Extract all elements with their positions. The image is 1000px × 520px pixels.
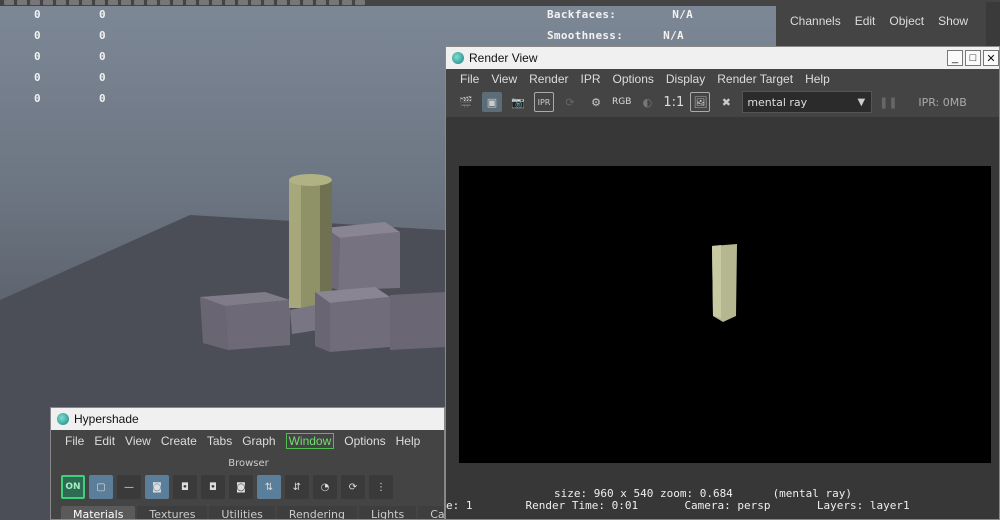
rv-menu-options[interactable]: Options: [613, 72, 654, 86]
renderer-dropdown[interactable]: mental ray ▼: [742, 91, 873, 113]
maya-app-icon: [452, 52, 464, 64]
renderer-selected-value: mental ray: [747, 95, 808, 109]
render-image[interactable]: [459, 166, 991, 463]
hud-backfaces: Backfaces: N/A: [547, 8, 694, 21]
ipr-render-icon[interactable]: IPR: [534, 92, 554, 112]
hypershade-toolbar: ON ▢ — ◙ ◘ ◘ ◙ ⇅ ⇵ ◔ ⟳ ⋮: [61, 475, 393, 499]
tab-textures[interactable]: Textures: [137, 506, 208, 519]
tab-cameras[interactable]: Cameras: [418, 506, 444, 519]
clapboard-icon[interactable]: 🎬: [456, 92, 476, 112]
snapshot-camera-icon[interactable]: 📷: [508, 92, 528, 112]
medium-swatch-icon[interactable]: ◘: [201, 475, 225, 499]
hs-menu-window[interactable]: Window: [285, 433, 335, 449]
render-region-icon[interactable]: ▣: [482, 92, 502, 112]
render-view-window: Render View _ □ ✕ File View Render IPR O…: [445, 46, 1000, 520]
hs-menu-tabs[interactable]: Tabs: [207, 434, 232, 448]
refresh-ipr-icon[interactable]: ⟳: [560, 92, 580, 112]
hs-menu-file[interactable]: File: [65, 434, 84, 448]
keep-image-icon[interactable]: 🖼: [690, 92, 711, 112]
refresh-icon[interactable]: ⟳: [341, 475, 365, 499]
render-view-title: Render View: [469, 51, 538, 65]
hs-menu-view[interactable]: View: [125, 434, 151, 448]
maya-app-icon: [57, 413, 69, 425]
hypershade-window: Hypershade File Edit View Create Tabs Gr…: [50, 407, 445, 520]
rv-menu-display[interactable]: Display: [666, 72, 705, 86]
remove-image-icon[interactable]: ✖: [716, 92, 736, 112]
sort-type-icon[interactable]: ⇵: [285, 475, 309, 499]
close-button[interactable]: ✕: [983, 50, 999, 66]
tab-lights[interactable]: Lights: [359, 506, 417, 519]
render-view-titlebar[interactable]: Render View _ □ ✕: [446, 47, 999, 69]
hypershade-menubar: File Edit View Create Tabs Graph Window …: [51, 430, 444, 452]
pause-ipr-icon[interactable]: ❚❚: [878, 92, 898, 112]
channel-menu-show[interactable]: Show: [938, 14, 968, 28]
rv-menu-file[interactable]: File: [460, 72, 479, 86]
material-swatch-icon[interactable]: ▢: [89, 475, 113, 499]
channel-menu-channels[interactable]: Channels: [790, 14, 841, 28]
tab-materials[interactable]: Materials: [61, 506, 136, 519]
cube-left: [225, 300, 290, 350]
tab-utilities[interactable]: Utilities: [209, 506, 275, 519]
channel-menu-object[interactable]: Object: [889, 14, 924, 28]
tab-rendering[interactable]: Rendering: [276, 506, 357, 519]
rgb-channel-label[interactable]: RGB: [612, 97, 631, 107]
large-swatch-icon[interactable]: ◙: [229, 475, 253, 499]
sort-alpha-icon[interactable]: ⇅: [257, 475, 281, 499]
hud-smoothness: Smoothness: N/A: [547, 29, 684, 42]
hs-menu-options[interactable]: Options: [344, 434, 385, 448]
hypershade-title: Hypershade: [74, 412, 139, 426]
chevron-down-icon: ▼: [857, 96, 866, 108]
rv-menu-render-target[interactable]: Render Target: [717, 72, 793, 86]
real-size-button[interactable]: 1:1: [663, 95, 684, 110]
sort-time-icon[interactable]: ◔: [313, 475, 337, 499]
dash-icon[interactable]: —: [117, 475, 141, 499]
on-toggle-button[interactable]: ON: [61, 475, 85, 499]
render-settings-icon[interactable]: ⚙: [586, 92, 606, 112]
browser-section-label: Browser: [228, 458, 269, 469]
hs-menu-help[interactable]: Help: [396, 434, 421, 448]
grid-view-icon[interactable]: ◙: [145, 475, 169, 499]
more-icon[interactable]: ⋮: [369, 475, 393, 499]
minimize-button[interactable]: _: [947, 50, 963, 66]
hs-menu-graph[interactable]: Graph: [242, 434, 275, 448]
cube-front: [330, 297, 390, 352]
rv-menu-ipr[interactable]: IPR: [581, 72, 601, 86]
hs-menu-create[interactable]: Create: [161, 434, 197, 448]
small-swatch-icon[interactable]: ◘: [173, 475, 197, 499]
maximize-button[interactable]: □: [965, 50, 981, 66]
channel-box-menu: Channels Edit Object Show: [790, 14, 968, 28]
rv-menu-help[interactable]: Help: [805, 72, 830, 86]
hypershade-tabs: Materials Textures Utilities Rendering L…: [61, 506, 444, 519]
render-view-toolbar: 🎬 ▣ 📷 IPR ⟳ ⚙ RGB ◐ 1:1 🖼 ✖ mental ray ▼…: [446, 89, 999, 115]
render-view-menubar: File View Render IPR Options Display Ren…: [446, 69, 999, 89]
hypershade-titlebar[interactable]: Hypershade: [51, 408, 444, 430]
cube-back: [338, 232, 400, 290]
hs-menu-edit[interactable]: Edit: [94, 434, 115, 448]
alpha-channel-icon[interactable]: ◐: [637, 92, 657, 112]
hud-poly-count: 00 00 00 00 00: [34, 8, 106, 105]
ipr-memory-label: IPR: 0MB: [918, 95, 967, 109]
rv-menu-view[interactable]: View: [491, 72, 517, 86]
render-info-line2: e: 1 Render Time: 0:01 Camera: persp Lay…: [446, 499, 910, 512]
side-tab-strip[interactable]: [986, 2, 1000, 52]
rv-menu-render[interactable]: Render: [529, 72, 568, 86]
channel-menu-edit[interactable]: Edit: [855, 14, 876, 28]
